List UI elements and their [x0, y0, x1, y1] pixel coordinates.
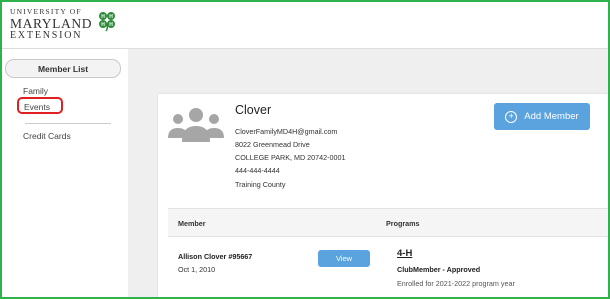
- add-member-label: Add Member: [524, 111, 579, 122]
- program-link[interactable]: 4-H: [397, 248, 412, 259]
- family-group-icon: [168, 108, 224, 142]
- svg-text:H: H: [109, 22, 113, 28]
- family-name: Clover: [235, 103, 272, 117]
- view-button[interactable]: View: [318, 250, 370, 267]
- brand-logo[interactable]: UNIVERSITY OF MARYLAND EXTENSION HH HH: [10, 8, 118, 41]
- brand-line-1: UNIVERSITY OF: [10, 7, 82, 16]
- header: UNIVERSITY OF MARYLAND EXTENSION HH HH: [2, 2, 608, 49]
- family-county: Training County: [235, 180, 286, 189]
- member-birth-date: Oct 1, 2010: [178, 265, 216, 274]
- column-header-programs: Programs: [386, 219, 420, 228]
- sidebar-item-events[interactable]: Events: [24, 102, 50, 112]
- address-line-2: COLLEGE PARK, MD 20742-0001: [235, 153, 346, 162]
- program-enrolled: Enrolled for 2021-2022 program year: [397, 279, 515, 288]
- main-content: Clover CloverFamilyMD4H@gmail.com 8022 G…: [128, 49, 608, 297]
- brand-line-3: EXTENSION: [10, 30, 83, 41]
- family-email: CloverFamilyMD4H@gmail.com: [235, 127, 338, 136]
- sidebar-divider: [25, 123, 111, 124]
- four-leaf-clover-icon: HH HH: [99, 12, 116, 32]
- svg-text:H: H: [109, 14, 113, 20]
- column-header-member: Member: [178, 219, 206, 228]
- address-line-1: 8022 Greenmead Drive: [235, 140, 310, 149]
- brand-line-2: MARYLAND: [10, 15, 93, 31]
- family-phone: 444-444-4444: [235, 166, 280, 175]
- brand-text: UNIVERSITY OF MARYLAND EXTENSION: [10, 8, 92, 41]
- app-frame: UNIVERSITY OF MARYLAND EXTENSION HH HH M…: [0, 0, 610, 299]
- tab-member-list[interactable]: Member List: [5, 59, 121, 78]
- add-member-button[interactable]: + Add Member: [494, 103, 590, 130]
- plus-circle-icon: +: [505, 110, 518, 123]
- sidebar-item-credit-cards[interactable]: Credit Cards: [23, 131, 71, 141]
- program-status: ClubMember - Approved: [397, 265, 481, 274]
- svg-text:H: H: [101, 14, 105, 20]
- members-table-header: Member Programs: [168, 208, 608, 237]
- family-card: Clover CloverFamilyMD4H@gmail.com 8022 G…: [158, 94, 608, 297]
- sidebar-item-family[interactable]: Family: [23, 86, 48, 96]
- member-name: Allison Clover #95667: [178, 252, 253, 261]
- sidebar: Member List Family Events Credit Cards: [2, 49, 128, 297]
- svg-text:H: H: [101, 22, 105, 28]
- table-row: Allison Clover #95667 Oct 1, 2010 View 4…: [168, 235, 608, 297]
